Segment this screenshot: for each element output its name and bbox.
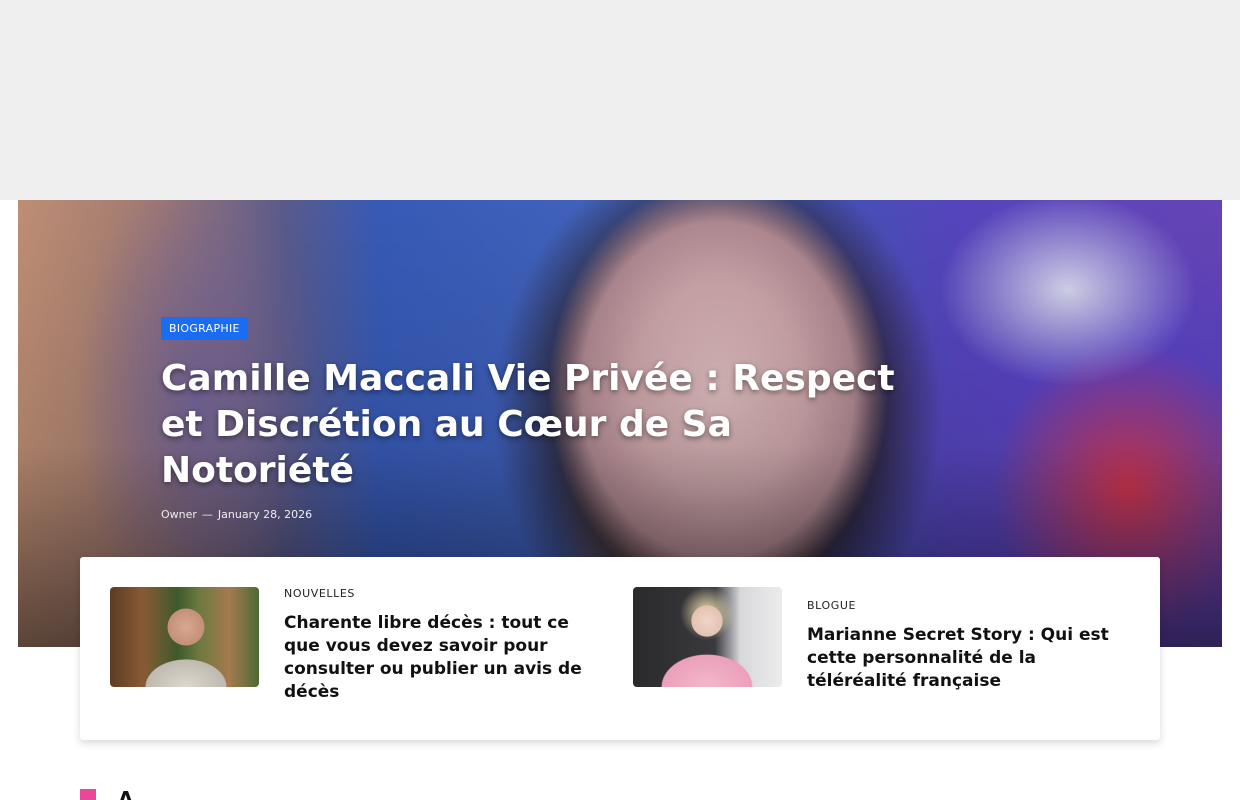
related-articles-panel: NOUVELLES Charente libre décès : tout ce… bbox=[80, 557, 1160, 740]
author-link[interactable]: Owner bbox=[161, 508, 197, 521]
card-category[interactable]: NOUVELLES bbox=[284, 587, 594, 600]
section-accent-mark bbox=[80, 789, 96, 800]
card-text: NOUVELLES Charente libre décès : tout ce… bbox=[284, 587, 594, 704]
card-title[interactable]: Charente libre décès : tout ce que vous … bbox=[284, 612, 594, 704]
related-article-card[interactable]: NOUVELLES Charente libre décès : tout ce… bbox=[110, 587, 600, 711]
related-article-card[interactable]: BLOGUE Marianne Secret Story : Qui est c… bbox=[633, 587, 1133, 711]
ad-banner-placeholder bbox=[0, 0, 1240, 200]
section-heading-text: A bbox=[118, 789, 133, 800]
category-badge[interactable]: BIOGRAPHIE bbox=[161, 317, 248, 340]
card-title[interactable]: Marianne Secret Story : Qui est cette pe… bbox=[807, 624, 1127, 693]
meta-separator: — bbox=[201, 508, 213, 521]
hero-content: BIOGRAPHIE Camille Maccali Vie Privée : … bbox=[161, 317, 921, 521]
article-thumbnail[interactable] bbox=[633, 587, 782, 687]
next-section-heading: A bbox=[80, 789, 133, 800]
card-text: BLOGUE Marianne Secret Story : Qui est c… bbox=[807, 599, 1127, 693]
hero-title[interactable]: Camille Maccali Vie Privée : Respect et … bbox=[161, 356, 921, 494]
article-thumbnail[interactable] bbox=[110, 587, 259, 687]
publish-date: January 28, 2026 bbox=[217, 508, 313, 521]
card-category[interactable]: BLOGUE bbox=[807, 599, 1127, 612]
hero-meta: Owner — January 28, 2026 bbox=[161, 508, 921, 521]
